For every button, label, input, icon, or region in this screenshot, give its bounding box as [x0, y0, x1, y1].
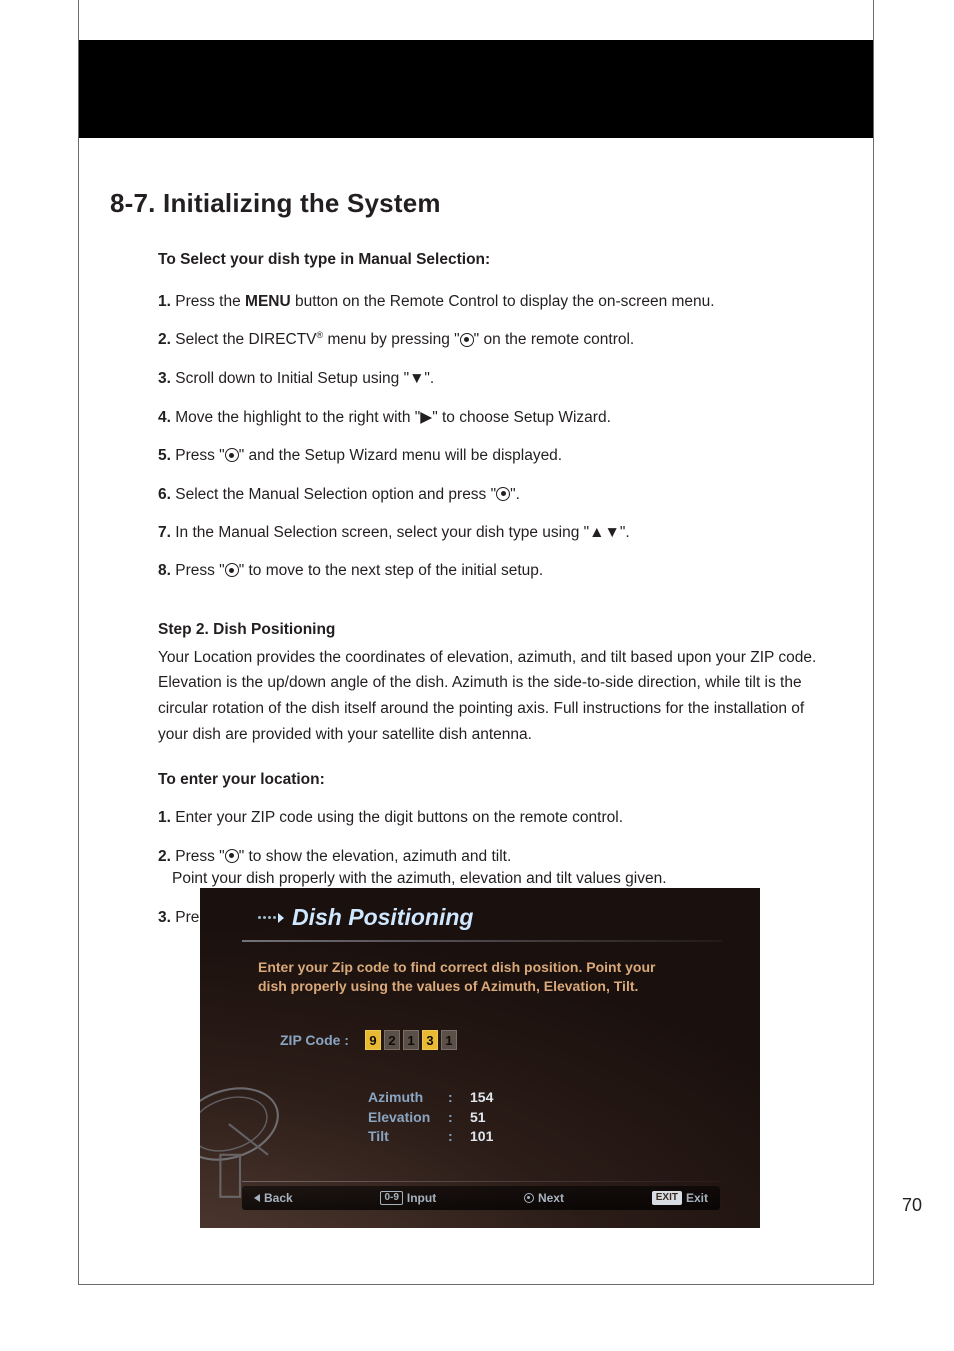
zip-row: ZIP Code : 9 2 1 3 1: [280, 1030, 457, 1050]
zip-digit[interactable]: 2: [384, 1030, 400, 1050]
coordinates: Azimuth:154 Elevation:51 Tilt:101: [368, 1088, 493, 1147]
select-icon: [496, 487, 510, 501]
step-4: 4. Move the highlight to the right with …: [158, 407, 838, 429]
select-icon: [225, 563, 239, 577]
page-number: 70: [902, 1195, 922, 1216]
step-2: 2. Select the DIRECTV® menu by pressing …: [158, 329, 838, 352]
zip-digit[interactable]: 1: [441, 1030, 457, 1050]
manual-selection-heading: To Select your dish type in Manual Selec…: [158, 251, 838, 269]
step2-heading: Step 2. Dish Positioning: [158, 621, 838, 639]
select-icon: [460, 333, 474, 347]
zip-digit[interactable]: 3: [422, 1030, 438, 1050]
exit-button[interactable]: EXITExit: [652, 1191, 708, 1205]
divider: [242, 940, 722, 942]
step-1: 1. Press the MENU button on the Remote C…: [158, 291, 838, 313]
select-icon: [225, 849, 239, 863]
zip-label: ZIP Code :: [280, 1032, 349, 1048]
digits-badge: 0-9: [380, 1191, 402, 1205]
exit-badge: EXIT: [652, 1191, 682, 1205]
step-6: 6. Select the Manual Selection option an…: [158, 484, 838, 506]
select-icon: [524, 1193, 534, 1203]
zip-digits[interactable]: 9 2 1 3 1: [365, 1030, 457, 1050]
select-icon: [225, 448, 239, 462]
arrow-icon: [258, 913, 284, 923]
tv-instruction: Enter your Zip code to find correct dish…: [258, 958, 688, 996]
step-5: 5. Press "" and the Setup Wizard menu wi…: [158, 445, 838, 467]
manual-selection-steps: 1. Press the MENU button on the Remote C…: [158, 291, 838, 583]
enter-location-heading: To enter your location:: [158, 771, 838, 789]
step2-paragraph: Your Location provides the coordinates o…: [158, 645, 838, 747]
divider: [242, 1181, 722, 1182]
back-button[interactable]: Back: [254, 1191, 293, 1205]
step-8: 8. Press "" to move to the next step of …: [158, 560, 838, 582]
loc-step-1: 1. Enter your ZIP code using the digit b…: [158, 807, 838, 829]
step-3: 3. Scroll down to Initial Setup using "▼…: [158, 368, 838, 390]
tv-title: Dish Positioning: [258, 904, 473, 931]
tv-bottom-bar: Back 0-9Input Next EXITExit: [242, 1186, 720, 1210]
step-7: 7. In the Manual Selection screen, selec…: [158, 522, 838, 544]
content-area: 8-7. Initializing the System To Select y…: [110, 188, 850, 945]
input-hint: 0-9Input: [380, 1191, 436, 1205]
zip-digit[interactable]: 1: [403, 1030, 419, 1050]
triangle-left-icon: [254, 1194, 260, 1202]
next-button[interactable]: Next: [524, 1191, 564, 1205]
tv-screenshot: Dish Positioning Enter your Zip code to …: [200, 888, 760, 1228]
section-title: 8-7. Initializing the System: [110, 188, 850, 219]
loc-step-2: 2. Press "" to show the elevation, azimu…: [158, 846, 838, 891]
zip-digit[interactable]: 9: [365, 1030, 381, 1050]
